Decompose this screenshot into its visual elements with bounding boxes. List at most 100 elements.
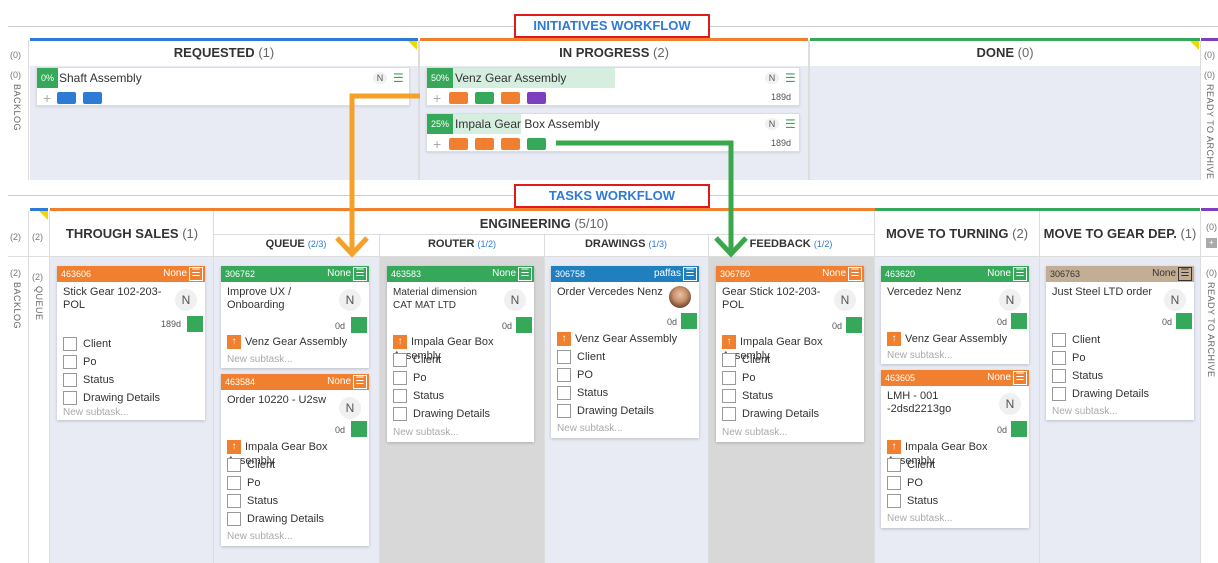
avatar[interactable]: N xyxy=(339,289,361,311)
checkbox[interactable] xyxy=(557,386,571,401)
new-subtask-input[interactable]: New subtask... xyxy=(722,427,788,438)
task-card-306762[interactable]: 306762 None ☰ Improve UX / Onboarding N 0d… xyxy=(221,266,369,368)
column-done[interactable]: DONE (0) xyxy=(810,43,1200,63)
subtask-client[interactable]: Client xyxy=(722,352,770,368)
initiative-link[interactable]: ↑ Venz Gear Assembly xyxy=(887,332,1007,347)
new-subtask-input[interactable]: New subtask... xyxy=(63,407,129,418)
checkbox[interactable] xyxy=(227,512,241,527)
status-indicator[interactable] xyxy=(516,317,532,333)
checkbox[interactable] xyxy=(1052,369,1066,384)
task-chip[interactable] xyxy=(475,138,494,150)
column-requested[interactable]: REQUESTED (1) xyxy=(30,43,418,63)
checkbox[interactable] xyxy=(63,391,77,406)
checkbox[interactable] xyxy=(722,353,736,368)
checkbox[interactable] xyxy=(887,458,901,473)
menu-icon[interactable]: ☰ xyxy=(518,267,532,281)
checkbox[interactable] xyxy=(63,337,77,352)
task-chip[interactable] xyxy=(57,92,76,104)
status-indicator[interactable] xyxy=(351,317,367,333)
subtask-status[interactable]: Status xyxy=(63,372,114,388)
checkbox[interactable] xyxy=(1052,351,1066,366)
subtask-status[interactable]: Status xyxy=(1052,368,1103,384)
column-move-to-gear-dep[interactable]: MOVE TO GEAR DEP. (1) xyxy=(1039,224,1201,244)
menu-icon[interactable]: ☰ xyxy=(848,267,862,281)
checkbox[interactable] xyxy=(393,371,407,386)
task-card-463606[interactable]: 463606 None ☰ Stick Gear 102-203-POL N 189… xyxy=(57,266,205,420)
task-card-306758[interactable]: 306758 paffas ☰ Order Vercedes Nenz 0d ↑ Ve… xyxy=(551,266,699,438)
checkbox[interactable] xyxy=(227,458,241,473)
initiative-link[interactable]: ↑ Venz Gear Assembly xyxy=(227,335,347,350)
new-subtask-input[interactable]: New subtask... xyxy=(887,513,953,524)
add-icon[interactable]: + xyxy=(43,88,51,108)
checkbox[interactable] xyxy=(557,404,571,419)
subtask-po[interactable]: Po xyxy=(63,354,96,370)
status-indicator[interactable] xyxy=(1011,421,1027,437)
user-photo-avatar[interactable] xyxy=(669,286,691,308)
column-drawings[interactable]: DRAWINGS (1/3) xyxy=(544,234,708,254)
subtask-po[interactable]: Po xyxy=(227,475,260,491)
status-indicator[interactable] xyxy=(1176,313,1192,329)
avatar[interactable]: N xyxy=(765,72,779,84)
task-chip[interactable] xyxy=(449,138,468,150)
avatar[interactable]: N xyxy=(765,118,779,130)
ready-to-archive-label[interactable]: READY TO ARCHIVE xyxy=(1205,84,1215,180)
checkbox[interactable] xyxy=(557,368,571,383)
subtask-status[interactable]: Status xyxy=(887,493,938,509)
checkbox[interactable] xyxy=(1052,333,1066,348)
menu-icon[interactable]: ☰ xyxy=(393,72,404,84)
initiative-card-shaft-assembly[interactable]: 0% Shaft Assembly N ☰ + xyxy=(36,67,410,106)
column-router[interactable]: ROUTER (1/2) xyxy=(380,234,544,254)
task-card-463620[interactable]: 463620 None ☰ Vercedez Nenz N 0d ↑ Venz Gea… xyxy=(881,266,1029,364)
status-indicator[interactable] xyxy=(1011,313,1027,329)
checkbox[interactable] xyxy=(393,353,407,368)
checkbox[interactable] xyxy=(393,407,407,422)
avatar[interactable]: N xyxy=(1164,289,1186,311)
initiative-card-impala-gear-box-assembly[interactable]: 25% Impala Gear Box Assembly N ☰ + 189d xyxy=(426,113,800,152)
checkbox[interactable] xyxy=(887,494,901,509)
menu-icon[interactable]: ☰ xyxy=(353,375,367,389)
task-chip[interactable] xyxy=(475,92,494,104)
subtask-drawing-details[interactable]: Drawing Details xyxy=(227,511,324,527)
menu-icon[interactable]: ☰ xyxy=(353,267,367,281)
expand-icon[interactable]: + xyxy=(1206,238,1217,248)
column-feedback[interactable]: FEEDBACK (1/2) xyxy=(708,234,874,254)
backlog-label[interactable]: BACKLOG xyxy=(12,84,22,131)
menu-icon[interactable]: ☰ xyxy=(1178,267,1192,281)
task-chip[interactable] xyxy=(501,138,520,150)
avatar[interactable]: N xyxy=(999,289,1021,311)
new-subtask-input[interactable]: New subtask... xyxy=(227,354,293,365)
subtask-po[interactable]: PO xyxy=(887,475,923,491)
subtask-po[interactable]: Po xyxy=(1052,350,1085,366)
task-chip[interactable] xyxy=(83,92,102,104)
new-subtask-input[interactable]: New subtask... xyxy=(227,531,293,542)
status-indicator[interactable] xyxy=(187,316,203,332)
task-chip[interactable] xyxy=(501,92,520,104)
checkbox[interactable] xyxy=(393,389,407,404)
subtask-po[interactable]: Po xyxy=(393,370,426,386)
subtask-client[interactable]: Client xyxy=(557,349,605,365)
add-icon[interactable]: + xyxy=(433,134,441,154)
checkbox[interactable] xyxy=(722,389,736,404)
column-in-progress[interactable]: IN PROGRESS (2) xyxy=(420,43,808,63)
avatar[interactable]: N xyxy=(373,72,387,84)
queue-label[interactable]: QUEUE xyxy=(34,286,44,321)
backlog-label[interactable]: BACKLOG xyxy=(12,282,22,329)
column-queue[interactable]: QUEUE (2/3) xyxy=(214,234,378,254)
subtask-status[interactable]: Status xyxy=(557,385,608,401)
new-subtask-input[interactable]: New subtask... xyxy=(887,350,953,361)
subtask-status[interactable]: Status xyxy=(227,493,278,509)
column-through-sales[interactable]: THROUGH SALES (1) xyxy=(50,224,214,244)
task-card-463583[interactable]: 463583 None ☰ Material dimension CAT MAT L… xyxy=(387,266,534,442)
checkbox[interactable] xyxy=(63,373,77,388)
task-card-306763[interactable]: 306763 None ☰ Just Steel LTD order N 0d Cl… xyxy=(1046,266,1194,420)
avatar[interactable]: N xyxy=(504,289,526,311)
column-move-to-turning[interactable]: MOVE TO TURNING (2) xyxy=(875,224,1039,244)
subtask-drawing-details[interactable]: Drawing Details xyxy=(722,406,819,422)
avatar[interactable]: N xyxy=(339,397,361,419)
avatar[interactable]: N xyxy=(999,393,1021,415)
checkbox[interactable] xyxy=(63,355,77,370)
subtask-client[interactable]: Client xyxy=(227,457,275,473)
subtask-client[interactable]: Client xyxy=(887,457,935,473)
menu-icon[interactable]: ☰ xyxy=(1013,371,1027,385)
subtask-status[interactable]: Status xyxy=(393,388,444,404)
